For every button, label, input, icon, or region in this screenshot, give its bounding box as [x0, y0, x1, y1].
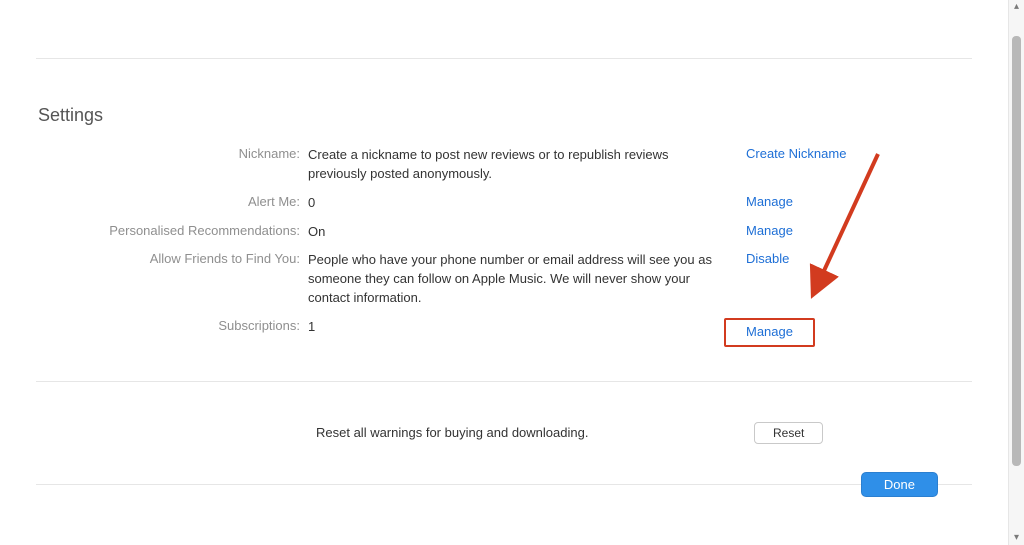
done-wrap: Done [861, 472, 938, 497]
action-recs: Manage [718, 221, 972, 238]
reset-row: Reset all warnings for buying and downlo… [36, 422, 972, 444]
manage-alert-link[interactable]: Manage [746, 194, 793, 209]
scrollbar-up-icon[interactable]: ▴ [1012, 2, 1021, 12]
label-friends: Allow Friends to Find You: [36, 249, 308, 266]
divider-bottom [36, 484, 972, 485]
row-nickname: Nickname: Create a nickname to post new … [36, 144, 972, 184]
settings-viewport: Settings Nickname: Create a nickname to … [0, 0, 1024, 545]
scrollbar-thumb[interactable] [1012, 36, 1021, 466]
label-recs: Personalised Recommendations: [36, 221, 308, 238]
reset-text: Reset all warnings for buying and downlo… [316, 422, 726, 443]
row-recs: Personalised Recommendations: On Manage [36, 221, 972, 242]
value-alert: 0 [308, 192, 718, 213]
disable-friends-link[interactable]: Disable [746, 251, 789, 266]
row-friends: Allow Friends to Find You: People who ha… [36, 249, 972, 308]
content: Settings Nickname: Create a nickname to … [0, 58, 1008, 485]
value-subs: 1 [308, 316, 718, 337]
value-nickname: Create a nickname to post new reviews or… [308, 144, 718, 184]
label-subs: Subscriptions: [36, 316, 308, 333]
scroll-area: Settings Nickname: Create a nickname to … [0, 0, 1008, 545]
reset-btn-wrap: Reset [726, 422, 972, 444]
value-friends: People who have your phone number or ema… [308, 249, 718, 308]
action-friends: Disable [718, 249, 972, 266]
section-title: Settings [38, 105, 972, 126]
settings-table: Nickname: Create a nickname to post new … [36, 144, 972, 347]
reset-button[interactable]: Reset [754, 422, 823, 444]
row-subs: Subscriptions: 1 Manage [36, 316, 972, 347]
create-nickname-link[interactable]: Create Nickname [746, 146, 846, 161]
done-button[interactable]: Done [861, 472, 938, 497]
value-recs: On [308, 221, 718, 242]
label-alert: Alert Me: [36, 192, 308, 209]
action-nickname: Create Nickname [718, 144, 972, 161]
label-nickname: Nickname: [36, 144, 308, 161]
scrollbar-track[interactable]: ▴ ▾ [1008, 0, 1024, 545]
row-alert: Alert Me: 0 Manage [36, 192, 972, 213]
manage-subs-link[interactable]: Manage [746, 324, 793, 339]
annotation-highlight: Manage [724, 318, 815, 347]
action-subs: Manage [718, 316, 972, 347]
scrollbar-down-icon[interactable]: ▾ [1012, 533, 1021, 543]
manage-recs-link[interactable]: Manage [746, 223, 793, 238]
divider-mid [36, 381, 972, 382]
divider-top [36, 58, 972, 59]
action-alert: Manage [718, 192, 972, 209]
